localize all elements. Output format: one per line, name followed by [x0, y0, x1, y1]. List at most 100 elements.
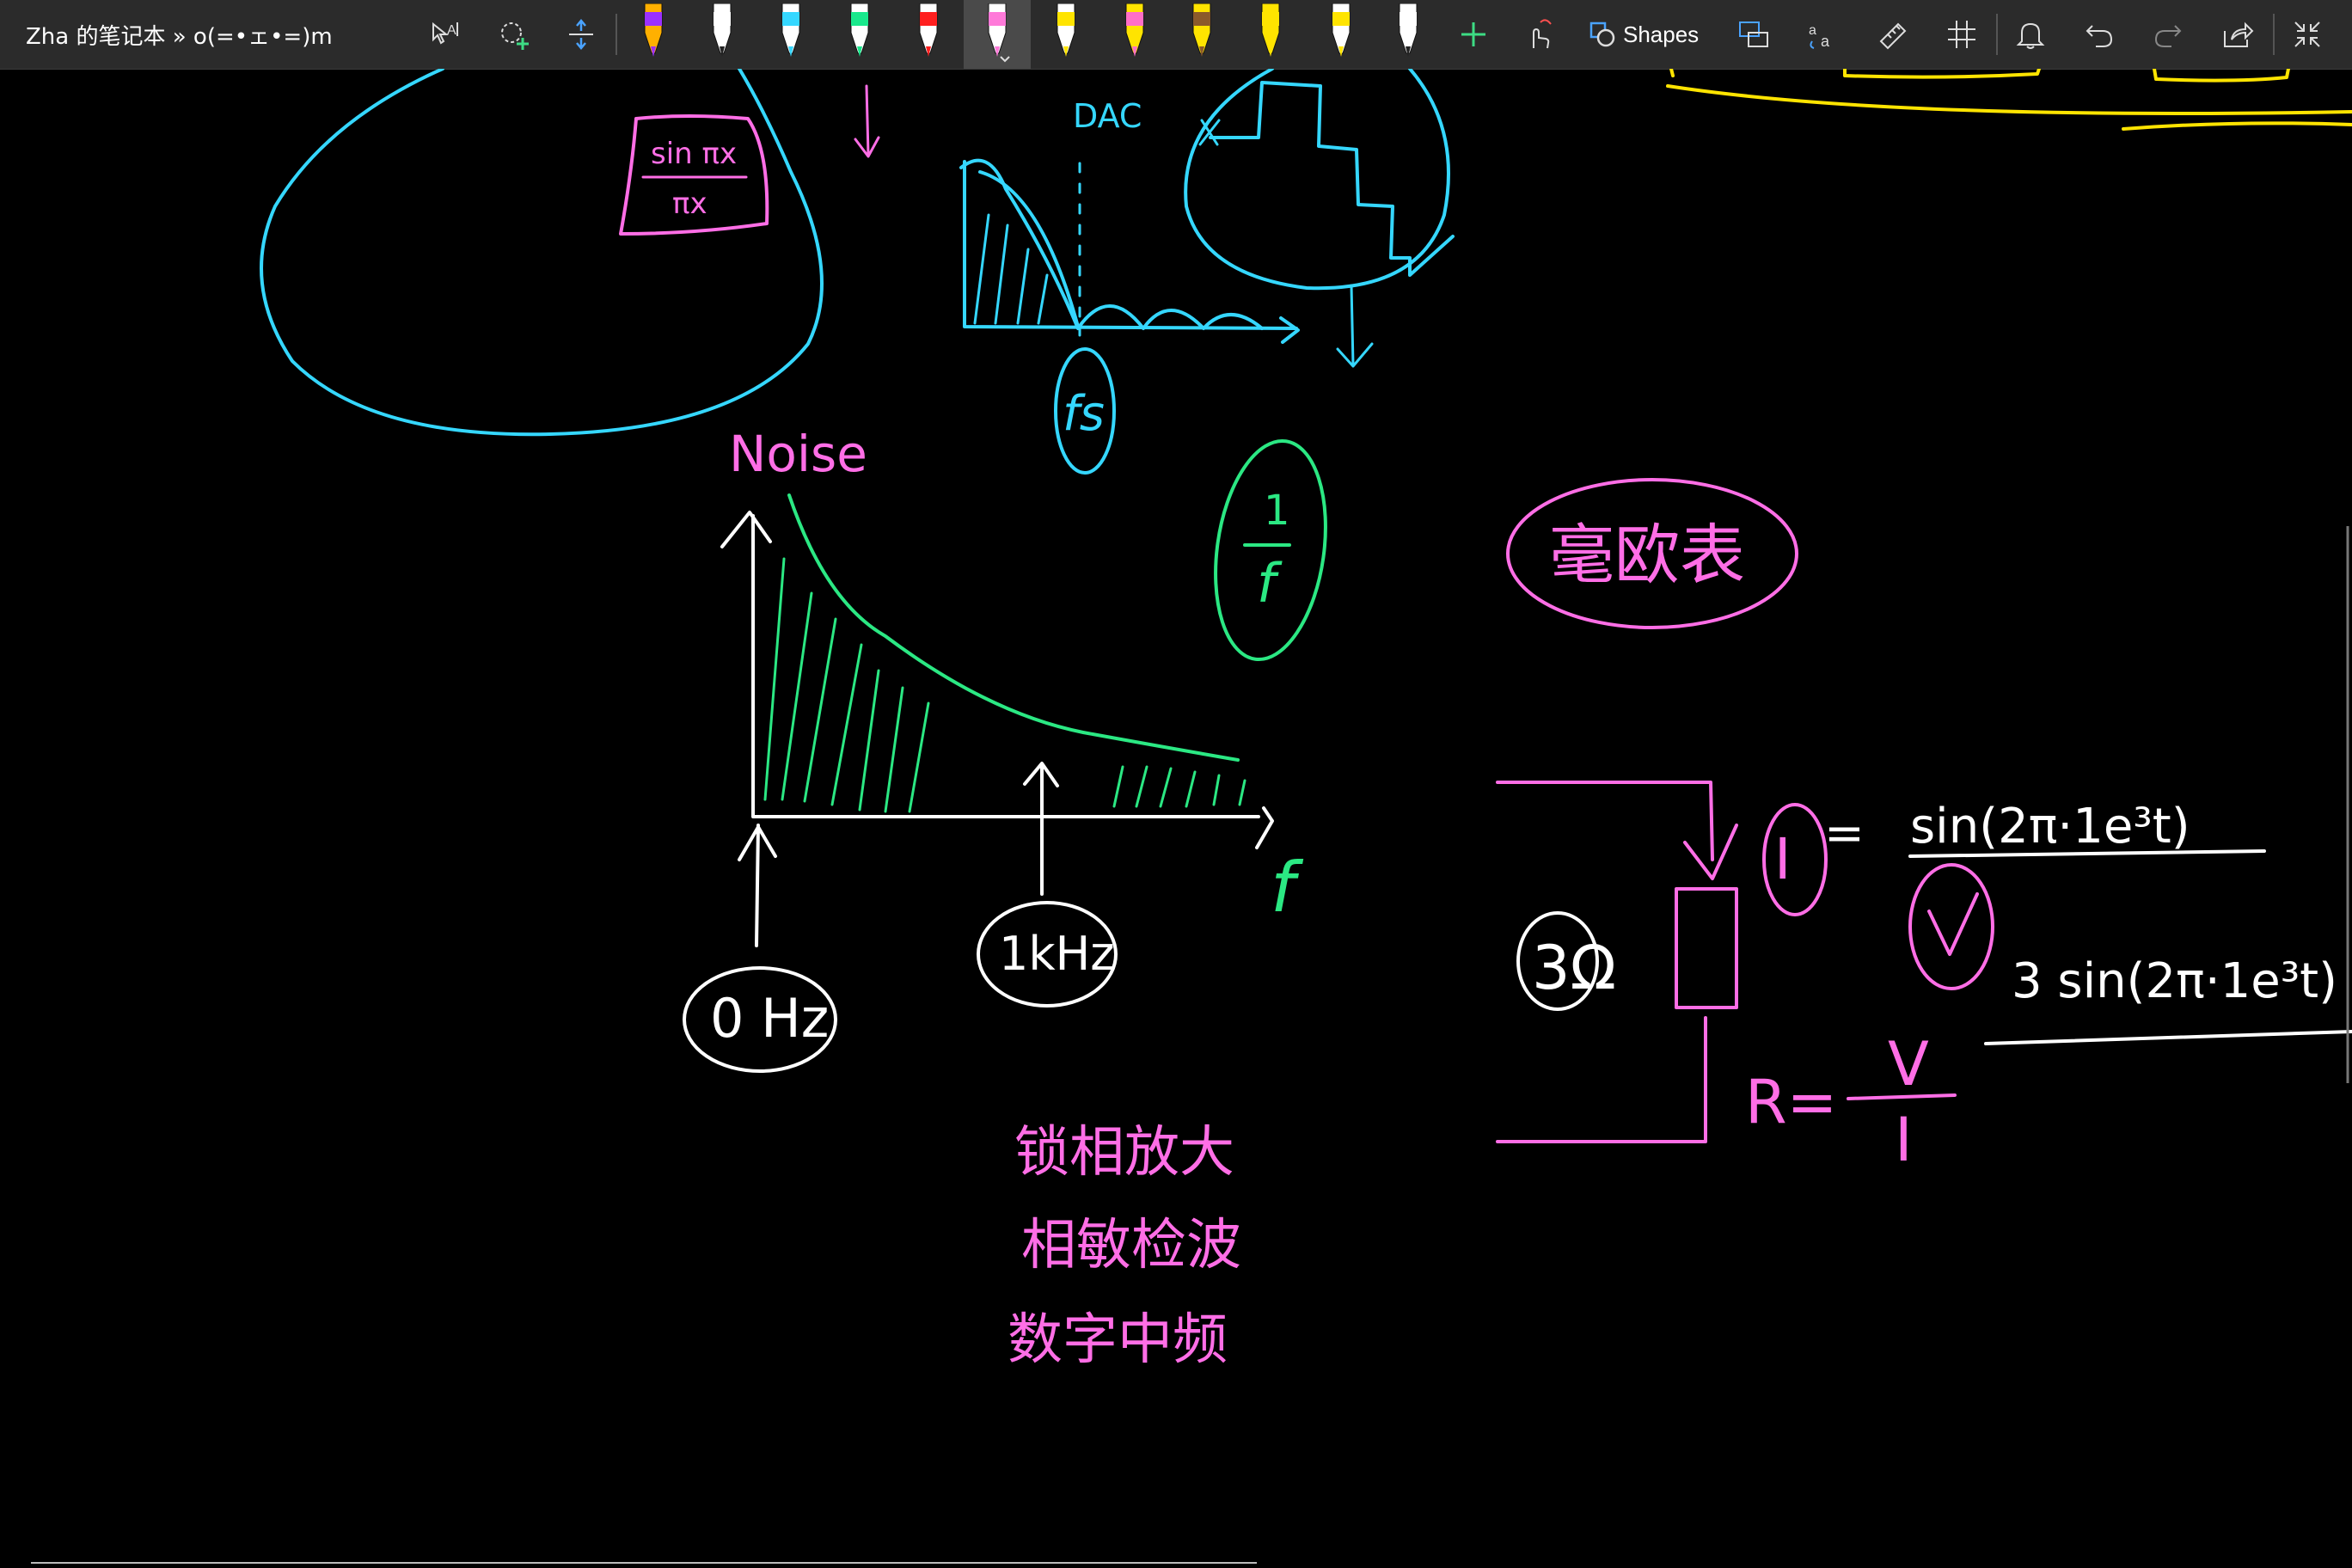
zero-hz-arrow [738, 824, 777, 947]
plus-icon [1461, 22, 1485, 46]
resistance-label: R= [1745, 1067, 1837, 1137]
pen-icon [1125, 3, 1144, 57]
undo-icon [2086, 25, 2113, 47]
share-icon [2224, 21, 2254, 47]
undo-button[interactable] [2075, 0, 2123, 69]
staircase-circle [1184, 69, 1450, 291]
cyan-blob-stroke [260, 69, 824, 437]
pen-11-button[interactable] [1324, 0, 1358, 69]
sinc-denominator: πx [672, 187, 707, 221]
three-ohm-label: 3Ω [1532, 933, 1616, 1003]
one-over-f-curve [787, 493, 1240, 762]
spectrum-side-lobes [1076, 304, 1264, 330]
insert-space-button[interactable] [557, 0, 605, 69]
ruler-icon [1879, 22, 1907, 50]
lasso-select-button[interactable]: A [421, 0, 469, 69]
dac-label: DAC [1073, 97, 1142, 135]
pen-icon [1192, 3, 1211, 57]
one-over-f-numerator: 1 [1264, 487, 1290, 535]
pen-6-button[interactable] [980, 0, 1014, 69]
pen-12-button[interactable] [1391, 0, 1425, 69]
pen-7-button[interactable] [1049, 0, 1083, 69]
pen-8-button[interactable] [1118, 0, 1152, 69]
pen-2-button[interactable] [705, 0, 739, 69]
pen-icon [919, 3, 938, 57]
ohms-law-bar [1847, 1093, 1957, 1100]
noise-label: Noise [729, 425, 867, 483]
spectrum-hatching [973, 213, 1049, 325]
ink-canvas[interactable]: sin πx πx DAC fs Noise f 1 f 0 Hz 1kHz 毫… [0, 69, 2352, 1568]
lockin-note-2: 相敏检波 [1021, 1214, 1241, 1277]
pen-10-button[interactable] [1253, 0, 1288, 69]
shapes-icon [1589, 21, 1615, 47]
pen-icon [988, 3, 1010, 63]
voltage-label: V [1888, 1029, 1929, 1099]
ruler-button[interactable] [1869, 0, 1917, 69]
ink-to-text-button[interactable]: a a [1798, 0, 1847, 69]
ink-to-shape-icon [1739, 21, 1768, 47]
check-mark [1927, 892, 1979, 956]
toolbar-separator [616, 14, 617, 55]
lasso-text-icon: A [432, 21, 458, 45]
pen-9-button[interactable] [1185, 0, 1219, 69]
toolbar-separator [1996, 14, 1998, 55]
redo-button[interactable] [2144, 0, 2192, 69]
milliohm-meter-label: 毫欧表 [1549, 517, 1745, 593]
pen-5-button[interactable] [911, 0, 946, 69]
toolbar-separator [2273, 14, 2275, 55]
exit-full-screen-button[interactable] [2283, 0, 2331, 69]
sin-expression: sin(2π·1e³t) [1910, 799, 2190, 854]
sinc-numerator: sin πx [651, 137, 737, 171]
three-sin-underline [1984, 1030, 2352, 1045]
lockin-note-1: 锁相放大 [1014, 1121, 1234, 1185]
touch-writing-button[interactable] [1515, 0, 1563, 69]
ink-toolbar: Zha 的笔记本 » o(=•ェ•=)m A Shapes a a [0, 0, 2352, 70]
insert-space-icon [569, 19, 593, 50]
lasso-plus-icon [501, 22, 529, 50]
notebook-title: Zha 的笔记本 » o(=•ェ•=)m [26, 24, 333, 50]
bell-icon [2016, 22, 2045, 49]
pen-icon [781, 3, 800, 57]
lasso-add-button[interactable] [490, 0, 538, 69]
yellow-brackets [1666, 69, 2352, 131]
svg-text:a: a [1821, 33, 1830, 50]
zero-hz-label: 0 Hz [710, 987, 829, 1050]
share-button[interactable] [2213, 0, 2261, 69]
pen-3-button[interactable] [774, 0, 808, 69]
check-circle [1908, 863, 1994, 990]
one-khz-arrow [1023, 762, 1059, 896]
current-label: I [1774, 826, 1791, 892]
current-circle [1762, 803, 1828, 916]
shapes-label: Shapes [1623, 21, 1700, 47]
noise-hatching-low [763, 557, 930, 813]
pen-1-button[interactable] [636, 0, 671, 69]
shapes-button[interactable]: Shapes [1589, 0, 1709, 69]
noise-hatching-high [1112, 765, 1246, 808]
staircase-waveform [1209, 81, 1455, 277]
ink-to-shape-button[interactable] [1730, 0, 1778, 69]
staircase-arrow [1336, 284, 1374, 368]
one-over-f-circle [1214, 438, 1327, 662]
chevron-down-icon [1000, 56, 1010, 63]
pen-4-button[interactable] [842, 0, 877, 69]
notifications-button[interactable] [2006, 0, 2055, 69]
pen-icon [1399, 3, 1418, 57]
ink-replay-button[interactable] [1938, 0, 1986, 69]
lockin-note-3: 数字中频 [1008, 1308, 1228, 1372]
one-over-f-denominator: f [1257, 552, 1283, 615]
three-sin-expression: 3 sin(2π·1e³t) [2012, 953, 2337, 1009]
pen-icon [713, 3, 732, 57]
pink-arrow-stroke [854, 84, 880, 158]
ink-to-text-icon: a a [1809, 23, 1830, 50]
add-pen-button[interactable] [1453, 0, 1494, 69]
equals-sign: = [1824, 805, 1865, 861]
touch-writing-icon [1533, 19, 1552, 49]
redo-icon [2154, 25, 2182, 47]
current-denominator-label: I [1895, 1105, 1913, 1175]
pen-icon [1332, 3, 1351, 57]
grid-lines-icon [1948, 21, 1975, 48]
pen-icon [1261, 3, 1280, 57]
collapse-icon [2294, 21, 2320, 47]
one-khz-label: 1kHz [999, 927, 1115, 981]
f-axis-label: f [1271, 848, 1304, 928]
